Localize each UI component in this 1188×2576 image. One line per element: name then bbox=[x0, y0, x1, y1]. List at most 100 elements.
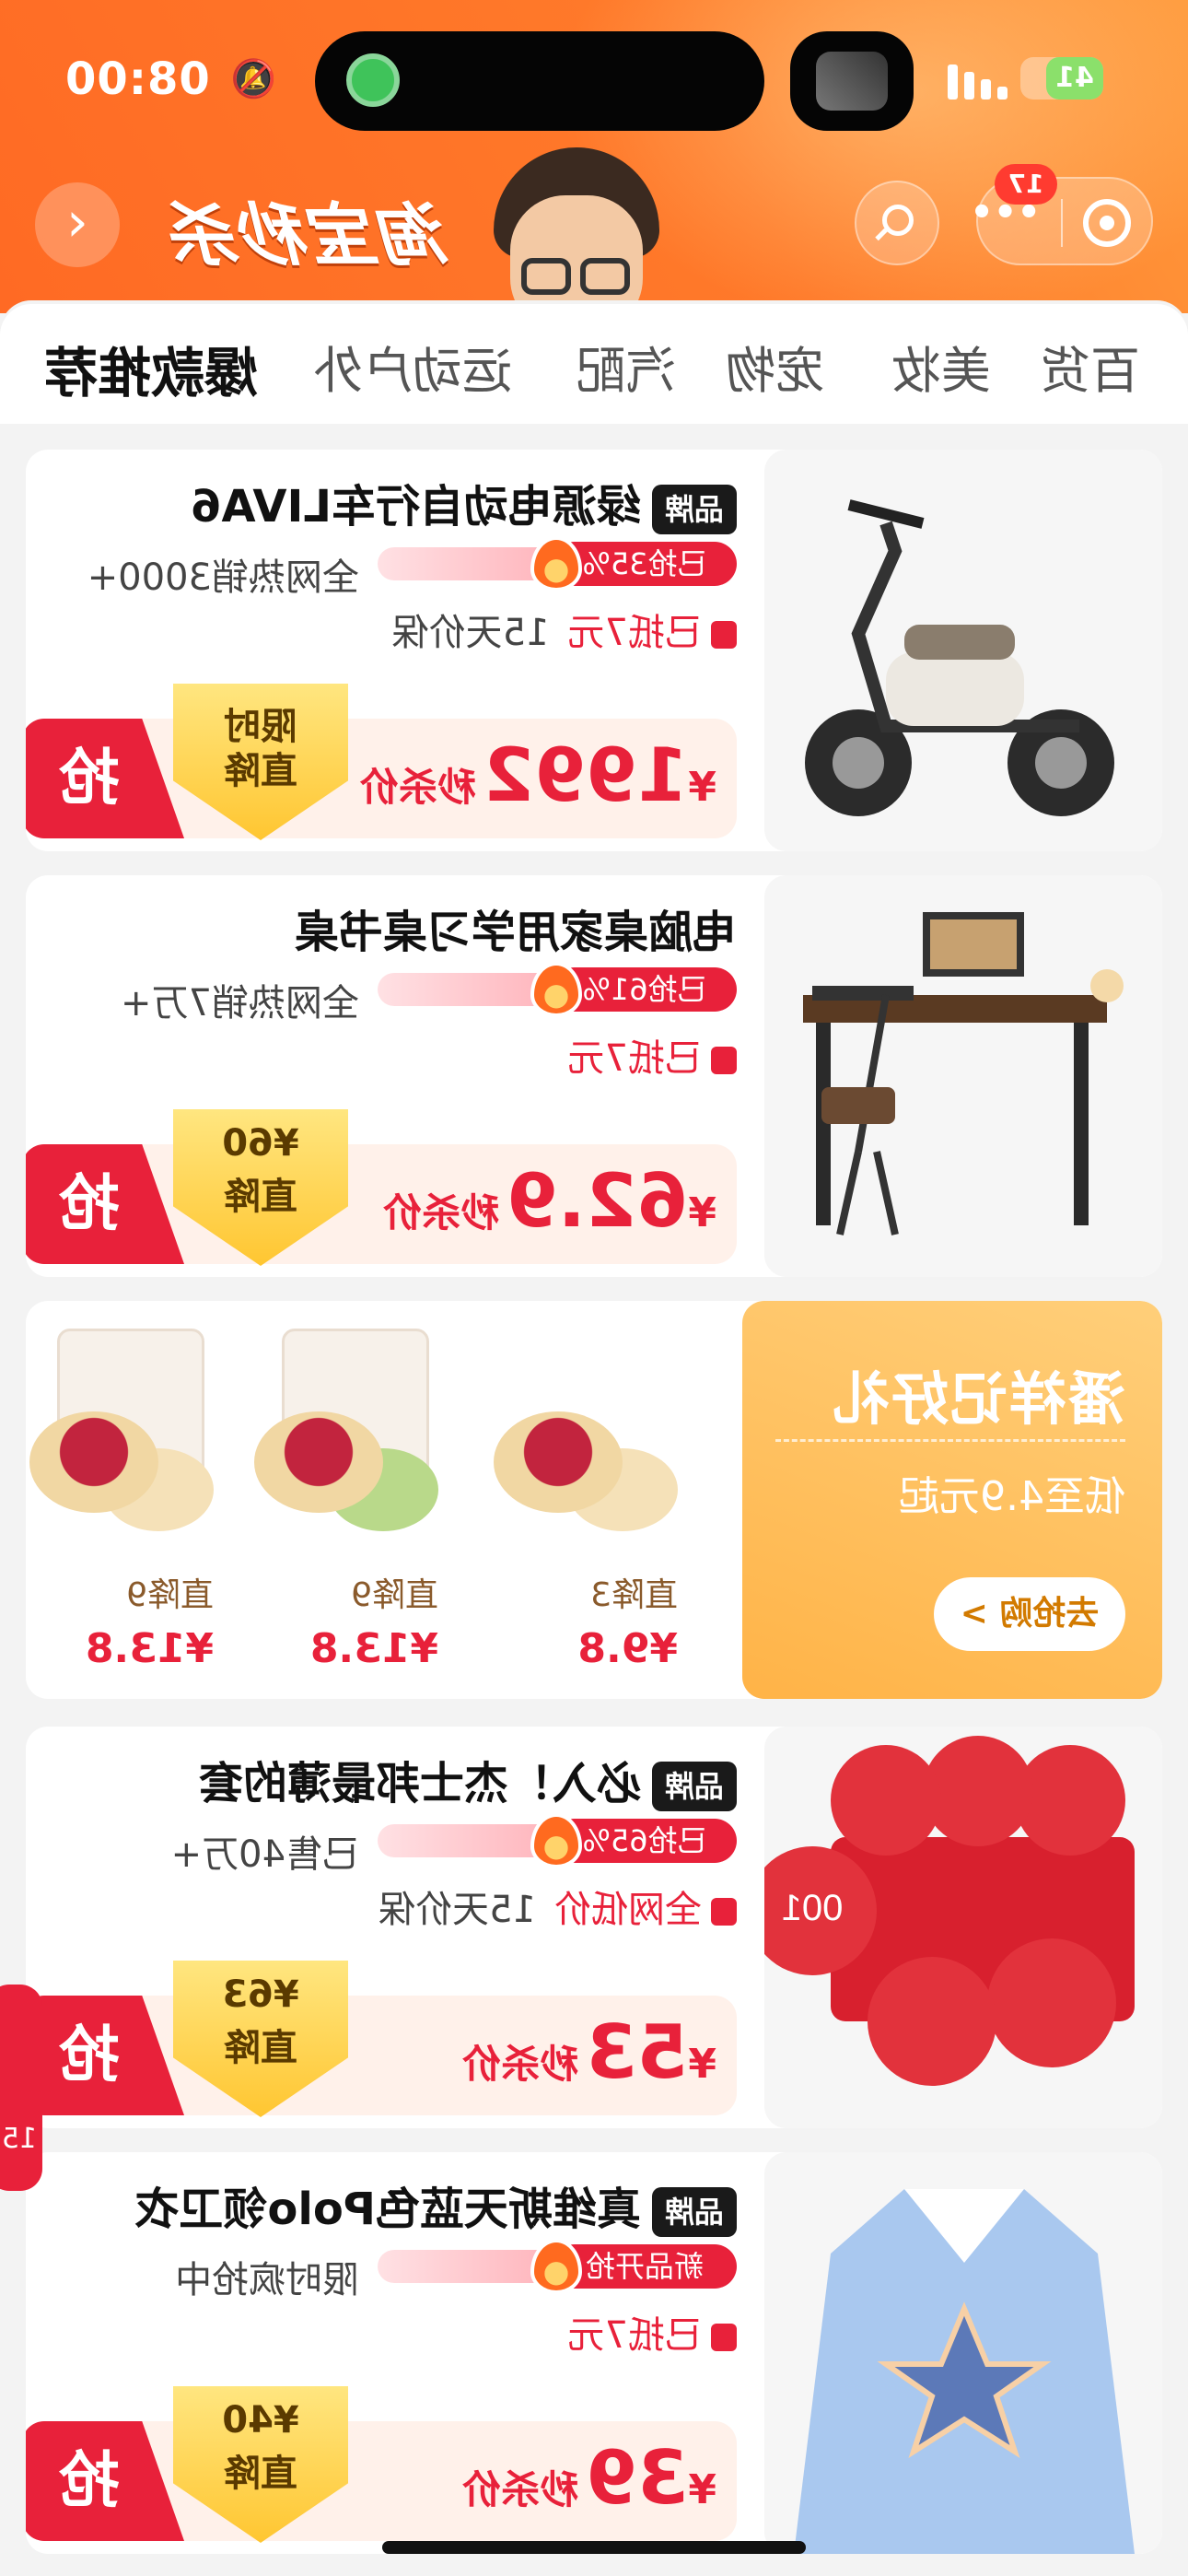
sales-meter: 已抢61% bbox=[378, 962, 737, 1017]
promo-item[interactable]: 直降9 ¥13.8 bbox=[26, 1301, 241, 1699]
floating-tab-text: 15 bbox=[1, 2123, 37, 2155]
promo-divider bbox=[775, 1439, 1125, 1442]
sold-count: 全网热销7万+ bbox=[121, 982, 359, 1025]
brand-tag: 品牌 bbox=[652, 2187, 737, 2237]
coupon-icon bbox=[711, 2324, 737, 2351]
coupon-icon bbox=[711, 621, 737, 649]
price-bar[interactable]: ¥53秒杀价 ¥63 直降 抢 bbox=[26, 1996, 737, 2115]
brand-tag: 品牌 bbox=[652, 1762, 737, 1811]
low-price-icon bbox=[711, 1898, 737, 1926]
tab-sports[interactable]: 运动户外 bbox=[313, 330, 512, 403]
sales-meter: 已抢35% bbox=[378, 536, 737, 591]
price-bar[interactable]: ¥62.9秒杀价 ¥60 直降 抢 bbox=[26, 1144, 737, 1264]
product-name: 电脑桌家用学习桌书桌 bbox=[294, 907, 737, 958]
sales-meter: 新品开抢 bbox=[378, 2239, 737, 2294]
live-activity bbox=[790, 31, 914, 131]
product-image[interactable] bbox=[764, 2152, 1162, 2554]
promo-buy-button[interactable]: 去抢购 > bbox=[934, 1577, 1125, 1651]
promo-item[interactable]: 直降9 ¥13.8 bbox=[245, 1301, 466, 1699]
benefit-gray: 15天价保 bbox=[379, 1889, 536, 1931]
notification-badge: 17 bbox=[995, 164, 1057, 205]
price-label: 秒杀价 bbox=[462, 2467, 579, 2512]
price-bar[interactable]: ¥1992秒杀价 限时 直降 抢 bbox=[26, 719, 737, 838]
price-value: 1992 bbox=[483, 732, 689, 818]
product-image[interactable] bbox=[764, 875, 1162, 1277]
mute-bell-icon: 🔕 bbox=[230, 58, 276, 100]
tab-pets[interactable]: 宠物 bbox=[726, 330, 825, 403]
product-title: 品牌真维斯天蓝色Polo领卫衣 bbox=[37, 2172, 737, 2237]
product-name: 绿源电动自行车LIVA6 bbox=[191, 481, 641, 533]
product-image[interactable] bbox=[764, 450, 1162, 851]
product-title: 品牌绿源电动自行车LIVA6 bbox=[37, 470, 737, 534]
tab-auto[interactable]: 汽配 bbox=[577, 330, 676, 403]
product-image[interactable]: 001 bbox=[748, 1727, 1162, 2128]
promo-item-price: ¥9.8 bbox=[577, 1625, 678, 1672]
price-value: 53 bbox=[586, 2009, 689, 2095]
product-card[interactable]: 品牌真维斯天蓝色Polo领卫衣 新品开抢 限时疯抢中 已抵7元 ¥39秒杀价 ¥… bbox=[26, 2152, 1162, 2554]
benefit-row: 已抵7元 bbox=[568, 1028, 737, 1082]
product-title: 电脑桌家用学习桌书桌 bbox=[37, 896, 737, 958]
mooncake-image bbox=[494, 1329, 687, 1540]
grab-button[interactable]: 抢 bbox=[26, 1996, 184, 2115]
grab-button[interactable]: 抢 bbox=[26, 719, 184, 838]
product-card[interactable]: 电脑桌家用学习桌书桌 已抢61% 全网热销7万+ 已抵7元 ¥62.9秒杀价 ¥… bbox=[26, 875, 1162, 1277]
search-button[interactable] bbox=[855, 181, 939, 265]
price: ¥39秒杀价 bbox=[462, 2435, 716, 2521]
home-indicator[interactable] bbox=[382, 2541, 806, 2554]
svg-text:001: 001 bbox=[782, 1888, 844, 1928]
status-time: 08:00 bbox=[64, 53, 210, 105]
sold-count: 全网热销3000+ bbox=[87, 556, 359, 599]
floating-side-tab[interactable]: 15 bbox=[0, 1985, 42, 2191]
discount-arrow: ¥60 直降 bbox=[173, 1109, 348, 1266]
tab-hot[interactable]: 爆款推荐 bbox=[44, 330, 258, 407]
price-value: 39 bbox=[586, 2435, 689, 2521]
app-thumbnail-icon bbox=[816, 52, 888, 111]
promo-item-drop: 直降3 bbox=[590, 1576, 678, 1614]
sales-meter: 已抢65% bbox=[378, 1813, 737, 1868]
discount-arrow: 限时 直降 bbox=[173, 684, 348, 840]
battery-level: 41 bbox=[1046, 57, 1103, 100]
price-value: 62.9 bbox=[506, 1158, 689, 1244]
benefit-row: 全网低价 15天价保 bbox=[379, 1879, 737, 1933]
discount-arrow: ¥40 直降 bbox=[173, 2386, 348, 2543]
benefit-gray: 15天价保 bbox=[391, 612, 550, 654]
promo-item-price: ¥13.8 bbox=[309, 1625, 438, 1672]
price-label: 秒杀价 bbox=[462, 2042, 579, 2087]
coupon-icon bbox=[711, 1047, 737, 1074]
mooncake-image bbox=[254, 1329, 448, 1540]
back-button[interactable]: ‹ bbox=[35, 182, 120, 267]
page-brand-title: 淘宝秒杀 bbox=[171, 196, 451, 275]
grab-button[interactable]: 抢 bbox=[26, 2421, 184, 2541]
promo-banner[interactable]: 潘祥记好礼 低至4.9元起 去抢购 > 直降3 ¥9.8 直降9 ¥13.8 直… bbox=[26, 1301, 1162, 1699]
benefit-row: 已抵7元 bbox=[568, 2305, 737, 2359]
sold-count: 已售40万+ bbox=[170, 1833, 359, 1876]
price: ¥53秒杀价 bbox=[462, 2009, 716, 2095]
close-target-icon[interactable] bbox=[1083, 199, 1131, 247]
mascot-image bbox=[486, 138, 667, 334]
sold-count: 限时疯抢中 bbox=[175, 2259, 359, 2301]
product-name: 真维斯天蓝色Polo领卫衣 bbox=[134, 2184, 641, 2235]
benefit-row: 已抵7元 15天价保 bbox=[392, 603, 737, 656]
activity-icon bbox=[346, 53, 400, 107]
grab-button[interactable]: 抢 bbox=[26, 1144, 184, 1264]
promo-subtitle: 低至4.9元起 bbox=[899, 1473, 1125, 1520]
signal-icon bbox=[943, 63, 1007, 100]
price-label: 秒杀价 bbox=[359, 765, 476, 810]
promo-item-price: ¥13.8 bbox=[85, 1625, 214, 1672]
discount-arrow: ¥63 直降 bbox=[173, 1961, 348, 2117]
tab-beauty[interactable]: 美妆 bbox=[891, 330, 991, 403]
tab-goods[interactable]: 百货 bbox=[1041, 330, 1140, 403]
promo-item-drop: 直降9 bbox=[126, 1576, 214, 1614]
product-card[interactable]: 001 品牌必入！杰士邦最薄的套 已抢65% 已售40万+ 全网低价15天价保 … bbox=[26, 1727, 1162, 2128]
promo-side-panel: 潘祥记好礼 低至4.9元起 去抢购 > bbox=[742, 1301, 1162, 1699]
benefit-red: 已抵7元 bbox=[567, 612, 702, 654]
brand-tag: 品牌 bbox=[652, 485, 737, 534]
price: ¥1992秒杀价 bbox=[359, 732, 716, 818]
promo-item[interactable]: 直降3 ¥9.8 bbox=[484, 1301, 705, 1699]
promo-item-drop: 直降9 bbox=[351, 1576, 438, 1614]
product-card[interactable]: 品牌绿源电动自行车LIVA6 已抢35% 全网热销3000+ 已抵7元 15天价保… bbox=[26, 450, 1162, 851]
benefit-red: 已抵7元 bbox=[567, 1037, 702, 1080]
price-bar[interactable]: ¥39秒杀价 ¥40 直降 抢 bbox=[26, 2421, 737, 2541]
price: ¥62.9秒杀价 bbox=[382, 1158, 716, 1244]
battery-icon: 41 bbox=[1020, 57, 1103, 100]
